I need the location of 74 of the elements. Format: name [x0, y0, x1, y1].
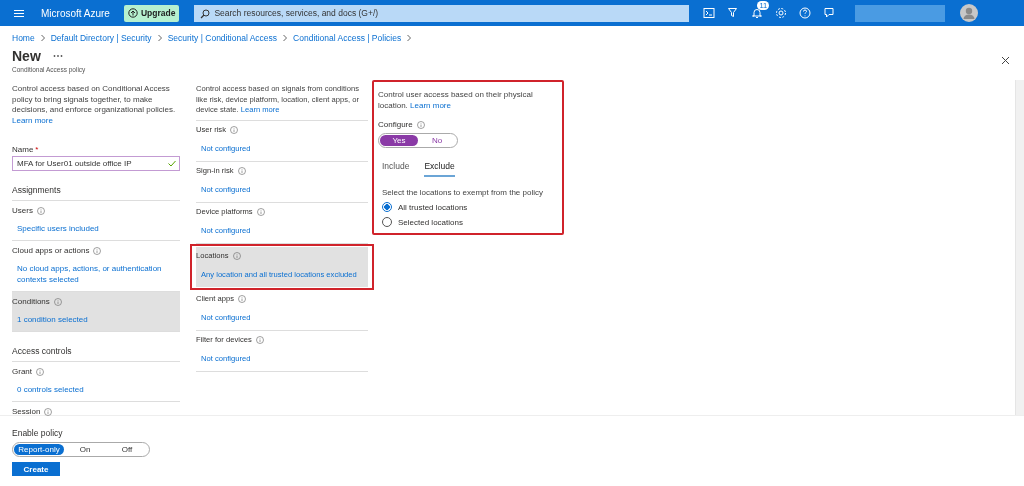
chevron-icon — [282, 34, 289, 42]
upgrade-button[interactable]: Upgrade — [123, 4, 180, 22]
info-icon — [416, 121, 425, 129]
required-asterisk: * — [35, 145, 39, 154]
toggle-option[interactable]: Report-only — [14, 444, 64, 455]
name-label: Name — [12, 145, 34, 154]
toggle-option[interactable]: Yes — [380, 135, 418, 146]
info-icon — [36, 207, 45, 215]
chevron-icon — [156, 34, 163, 42]
radio-label: All trusted locations — [398, 202, 468, 212]
radio-button[interactable] — [382, 202, 392, 212]
policy-item[interactable]: Conditions 1 condition selected — [12, 292, 180, 332]
item-value-link[interactable]: 1 condition selected — [12, 314, 180, 325]
info-icon — [44, 408, 53, 416]
terminal-icon[interactable] — [703, 7, 716, 19]
avatar-icon[interactable] — [960, 4, 979, 22]
item-value-link[interactable]: No cloud apps, actions, or authentication contexts selected — [12, 263, 180, 285]
learn-more-link[interactable]: Learn more — [410, 100, 451, 110]
info-icon — [238, 294, 246, 303]
close-icon[interactable] — [1001, 56, 1010, 65]
item-label: Cloud apps or actions — [12, 246, 90, 256]
breadcrumb-link[interactable]: Security | Conditional Access — [167, 33, 278, 43]
search-field[interactable]: Search resources, services, and docs (G+/) — [194, 4, 690, 22]
help-icon[interactable] — [799, 7, 812, 19]
feedback-icon[interactable] — [823, 7, 836, 19]
check-icon — [168, 160, 176, 167]
tab[interactable]: Exclude — [424, 161, 455, 177]
toggle-option[interactable]: No — [418, 135, 456, 146]
settings-icon[interactable] — [775, 7, 788, 19]
info-icon — [93, 247, 102, 255]
intro-text: Control access based on Conditional Access policy to bring signals together, to make decisions, and enforce organizational policies. Learn more — [12, 84, 177, 126]
item-label: Grant — [12, 367, 32, 377]
scrollbar[interactable] — [1015, 80, 1024, 415]
create-button[interactable]: Create — [12, 462, 60, 476]
policy-item[interactable]: Grant 0 controls selected — [12, 362, 180, 402]
menu-icon[interactable] — [14, 9, 24, 17]
item-label: Conditions — [12, 297, 50, 307]
breadcrumb-link[interactable]: Home — [12, 33, 35, 43]
toggle-option[interactable]: On — [64, 444, 106, 455]
name-input-field[interactable]: MFA for User01 outside office IP — [12, 156, 180, 171]
info-icon — [36, 368, 44, 376]
item-label: Users — [12, 206, 33, 216]
radio-label: Selected locations — [398, 217, 463, 227]
item-value-link[interactable]: 0 controls selected — [12, 384, 180, 395]
filter-icon[interactable] — [727, 7, 740, 19]
info-icon — [255, 335, 264, 344]
up-arrow-icon — [127, 8, 138, 18]
intro-text: Control user access based on their physical location. Learn more — [378, 90, 534, 111]
breadcrumb-link[interactable]: Default Directory | Security — [50, 33, 152, 43]
section-heading: Assignments — [12, 185, 180, 201]
breadcrumb-link[interactable]: Conditional Access | Policies — [293, 33, 402, 43]
item-label: Session — [12, 407, 41, 417]
policy-item[interactable]: Session — [12, 402, 180, 423]
info-icon — [237, 166, 246, 175]
prompt-text: Select the locations to exempt from the policy — [381, 188, 544, 197]
chevron-icon — [39, 34, 46, 42]
configure-label: Configure — [378, 120, 413, 130]
info-icon — [229, 125, 238, 134]
enable-policy-label: Enable policy — [12, 428, 64, 438]
brand-name[interactable]: Microsoft Azure — [41, 7, 110, 19]
chevron-icon — [406, 34, 413, 42]
info-icon — [232, 251, 241, 260]
section-heading: Access controls — [12, 346, 180, 362]
policy-item[interactable]: Users Specific users included — [12, 201, 180, 241]
info-icon — [53, 298, 62, 306]
tab[interactable]: Include — [382, 161, 410, 177]
more-icon[interactable] — [52, 54, 63, 58]
info-icon — [256, 207, 265, 216]
page-title: New — [12, 48, 41, 64]
toggle-option[interactable]: Off — [106, 444, 148, 455]
learn-more-link[interactable]: Learn more — [12, 115, 53, 125]
bell-icon[interactable] — [751, 7, 764, 19]
item-value-link[interactable]: Specific users included — [12, 223, 180, 234]
search-icon — [200, 8, 211, 19]
